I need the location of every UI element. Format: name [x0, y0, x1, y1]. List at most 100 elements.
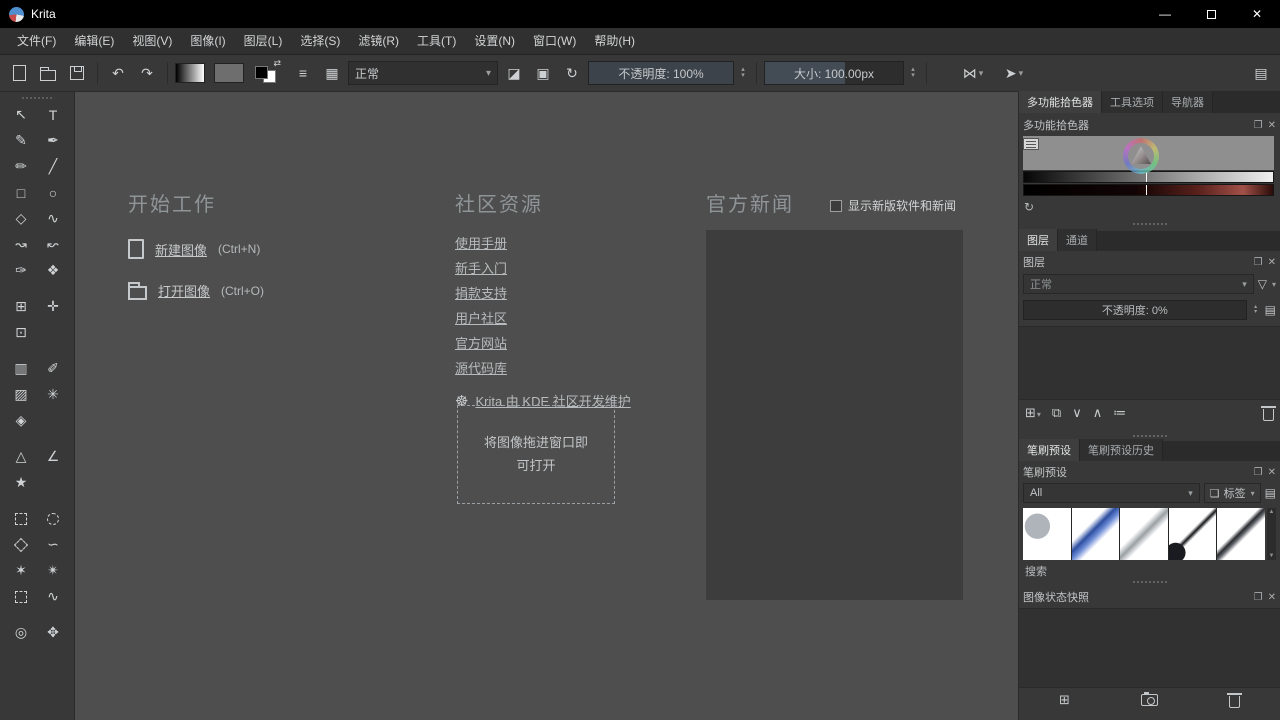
- menu-tools[interactable]: 工具(T): [408, 28, 465, 55]
- foreground-background-color[interactable]: ⇄: [253, 60, 281, 86]
- menu-image[interactable]: 图像(I): [181, 28, 234, 55]
- color-reset-button[interactable]: ↻: [1024, 200, 1034, 214]
- link-support-krita[interactable]: 捐款支持: [455, 281, 631, 306]
- brush-editor-button[interactable]: ≡: [290, 60, 316, 86]
- tab-tool-options[interactable]: 工具选项: [1102, 91, 1163, 113]
- link-krita-website[interactable]: 官方网站: [455, 331, 631, 356]
- link-user-community[interactable]: 用户社区: [455, 306, 631, 331]
- polygon-tool[interactable]: ◇: [8, 207, 34, 230]
- menu-settings[interactable]: 设置(N): [465, 28, 524, 55]
- take-snapshot-button[interactable]: [1141, 694, 1158, 706]
- transform-tool[interactable]: ⊞: [8, 295, 34, 318]
- edit-shapes-tool[interactable]: ✎: [8, 129, 34, 152]
- foreground-color-swatch[interactable]: [255, 66, 268, 79]
- brush-search-field[interactable]: 搜索: [1025, 563, 1047, 579]
- rectangle-tool[interactable]: □: [8, 181, 34, 204]
- duplicate-layer-button[interactable]: ⧉: [1052, 405, 1061, 421]
- move-tool[interactable]: ✛: [40, 295, 66, 318]
- brush-preset-ink-pen[interactable]: [1169, 508, 1217, 560]
- reload-preset-button[interactable]: ↻: [559, 60, 585, 86]
- polygonal-select-tool[interactable]: [8, 533, 34, 556]
- layer-blending-dropdown[interactable]: 正常 ▾: [1023, 274, 1254, 294]
- float-docker-icon[interactable]: ❐: [1254, 592, 1263, 603]
- choose-workspace-button[interactable]: ▤: [1248, 60, 1274, 86]
- new-image-link[interactable]: 新建图像: [155, 240, 207, 259]
- save-button[interactable]: [64, 60, 90, 86]
- add-layer-button[interactable]: ⊞▾: [1025, 405, 1041, 421]
- brush-size-slider[interactable]: 大小: 100.00px: [764, 61, 904, 85]
- open-image-link[interactable]: 打开图像: [158, 281, 210, 300]
- delete-layer-button[interactable]: [1263, 406, 1274, 421]
- float-docker-icon[interactable]: ❐: [1254, 257, 1263, 268]
- freehand-path-tool[interactable]: ↜: [40, 233, 66, 256]
- menu-select[interactable]: 选择(S): [291, 28, 349, 55]
- line-tool[interactable]: ╱: [40, 155, 66, 178]
- menu-edit[interactable]: 编辑(E): [65, 28, 123, 55]
- brush-preset-eraser-soft[interactable]: [1120, 508, 1168, 560]
- brush-presets-button[interactable]: ▦: [319, 60, 345, 86]
- delete-snapshot-button[interactable]: [1229, 693, 1240, 708]
- open-document-button[interactable]: [35, 60, 61, 86]
- pattern-fill-button[interactable]: ▣: [530, 60, 556, 86]
- calligraphy-tool[interactable]: ✒: [40, 129, 66, 152]
- redo-button[interactable]: ↷: [134, 60, 160, 86]
- docker-splitter-handle[interactable]: [1133, 435, 1167, 437]
- brush-display-mode-icon[interactable]: ▤: [1265, 486, 1276, 500]
- dynamic-brush-tool[interactable]: ✑: [8, 259, 34, 282]
- color-history-gradient-bar[interactable]: [1023, 184, 1274, 196]
- tab-layers[interactable]: 图层: [1019, 229, 1058, 251]
- gradient-chooser-swatch[interactable]: [175, 63, 205, 83]
- brush-grid-scrollbar[interactable]: ▲ ▼: [1267, 508, 1276, 560]
- close-docker-icon[interactable]: ✕: [1268, 467, 1276, 478]
- brush-preset-eraser-circle[interactable]: [1023, 508, 1071, 560]
- select-shapes-tool[interactable]: ↖: [8, 103, 34, 126]
- move-layer-up-button[interactable]: ∧: [1093, 405, 1103, 421]
- menu-window[interactable]: 窗口(W): [524, 28, 585, 55]
- close-docker-icon[interactable]: ✕: [1268, 592, 1276, 603]
- color-sampler-tool[interactable]: ✐: [40, 357, 66, 380]
- swap-colors-icon[interactable]: ⇄: [273, 58, 281, 69]
- float-docker-icon[interactable]: ❐: [1254, 467, 1263, 478]
- close-docker-icon[interactable]: ✕: [1268, 120, 1276, 131]
- pattern-chooser-swatch[interactable]: [214, 63, 244, 83]
- tab-navigator[interactable]: 导航器: [1163, 91, 1213, 113]
- assistants-tool[interactable]: △: [8, 445, 34, 468]
- fill-tool[interactable]: ◈: [8, 409, 34, 432]
- move-layer-down-button[interactable]: ∨: [1072, 405, 1082, 421]
- mirror-canvas-button[interactable]: ⋈ ▾: [960, 60, 986, 86]
- smart-patch-tool[interactable]: ✳: [40, 383, 66, 406]
- similar-color-select-tool[interactable]: ✴: [40, 559, 66, 582]
- brush-preset-pencil[interactable]: [1217, 508, 1265, 560]
- eraser-mode-button[interactable]: ◪: [501, 60, 527, 86]
- layer-properties-button[interactable]: ≔: [1113, 405, 1126, 421]
- link-getting-started[interactable]: 新手入门: [455, 256, 631, 281]
- link-user-manual[interactable]: 使用手册: [455, 231, 631, 256]
- freehand-brush-tool[interactable]: ✏: [8, 155, 34, 178]
- tab-advanced-color-selector[interactable]: 多功能拾色器: [1019, 91, 1102, 113]
- crop-tool[interactable]: ⊡: [8, 321, 34, 344]
- tab-brush-preset-history[interactable]: 笔刷预设历史: [1080, 439, 1163, 461]
- text-tool[interactable]: T: [40, 103, 66, 126]
- hue-ring-selector[interactable]: [1123, 138, 1159, 174]
- layer-opacity-spinner[interactable]: ▴ ▾: [1251, 305, 1261, 315]
- close-button[interactable]: ✕: [1234, 0, 1280, 28]
- polyline-tool[interactable]: ∿: [40, 207, 66, 230]
- add-snapshot-button[interactable]: ⊞: [1059, 692, 1070, 708]
- drag-drop-area[interactable]: 将图像拖进窗口即 可打开: [457, 405, 615, 504]
- layer-opacity-slider[interactable]: 不透明度: 0%: [1023, 300, 1247, 320]
- zoom-tool[interactable]: ◎: [8, 621, 34, 644]
- bezier-curve-tool[interactable]: ↝: [8, 233, 34, 256]
- menu-filter[interactable]: 滤镜(R): [349, 28, 408, 55]
- layer-list-area[interactable]: [1019, 326, 1280, 400]
- tab-brush-presets[interactable]: 笔刷预设: [1019, 439, 1080, 461]
- toolbox-drag-handle[interactable]: [22, 97, 52, 99]
- minimize-button[interactable]: —: [1142, 0, 1188, 28]
- gradient-tool[interactable]: ▥: [8, 357, 34, 380]
- opacity-spinner[interactable]: ▴ ▾: [737, 61, 749, 85]
- brush-filter-dropdown[interactable]: All ▾: [1023, 483, 1200, 503]
- docker-splitter-handle[interactable]: [1133, 223, 1167, 225]
- pan-tool[interactable]: ✥: [40, 621, 66, 644]
- tag-button[interactable]: ❏ 标签 ▾: [1204, 483, 1261, 503]
- maximize-button[interactable]: [1188, 0, 1234, 28]
- layer-properties-panel-icon[interactable]: ▤: [1265, 303, 1276, 317]
